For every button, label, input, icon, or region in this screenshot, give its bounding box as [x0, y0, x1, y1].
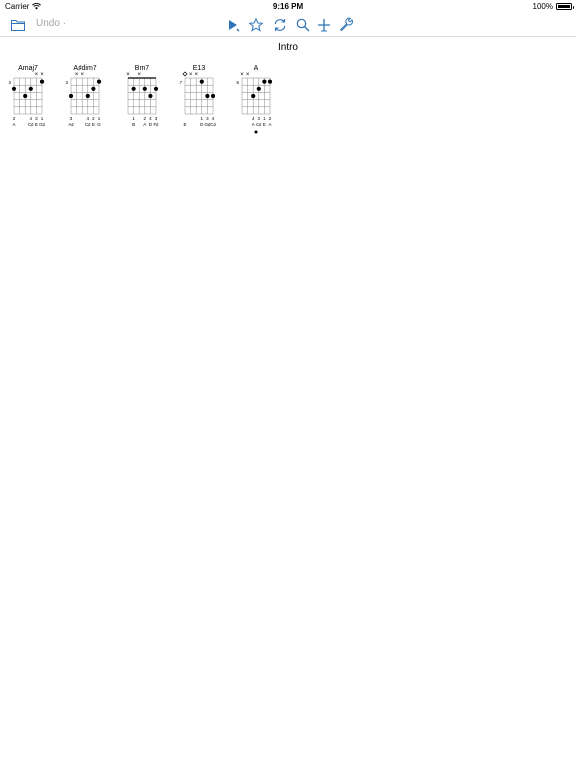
open-string-marker [182, 71, 188, 77]
finger-number: 4 [30, 116, 33, 121]
chord-name: Amaj7 [18, 65, 38, 72]
muted-string-marker: × [246, 72, 250, 78]
note-label: E [263, 122, 266, 127]
search-icon[interactable] [295, 17, 311, 33]
muted-string-marker: × [137, 72, 141, 78]
finger-dot [267, 79, 273, 84]
base-fret-label: 5 [236, 80, 239, 85]
finger-number: 3 [155, 116, 158, 121]
undo-button[interactable]: Undo · [36, 18, 66, 29]
add-icon[interactable] [316, 17, 332, 33]
base-fret-label: 7 [179, 80, 182, 85]
finger-dot [11, 86, 17, 91]
finger-dot [148, 93, 153, 99]
note-label: C♯ [28, 122, 34, 127]
finger-number: 2 [144, 116, 147, 121]
muted-string-marker: × [189, 72, 193, 78]
note-label: E [92, 122, 95, 127]
note-label: E [35, 122, 38, 127]
chord-marker-dot [254, 130, 258, 134]
finger-number: 1 [132, 116, 135, 121]
chord-name: A♯dim7 [73, 65, 96, 72]
finger-number: 4 [252, 116, 255, 121]
muted-string-marker: × [80, 72, 84, 78]
finger-dot [251, 93, 256, 99]
finger-dot [210, 93, 216, 99]
base-fret-label: 3 [8, 80, 11, 85]
rotate-icon[interactable] [272, 17, 288, 33]
finger-dot [68, 93, 74, 99]
finger-dot [205, 93, 210, 99]
finger-dot [199, 79, 204, 84]
note-label: D [149, 122, 153, 127]
play-icon[interactable] [225, 17, 241, 33]
battery-icon [556, 3, 574, 10]
finger-number: 1 [263, 116, 266, 121]
finger-dot [39, 79, 45, 84]
battery-indicator: 100% [532, 2, 574, 11]
muted-string-marker: × [126, 72, 130, 78]
chord-name: A [254, 65, 259, 72]
muted-string-marker: × [194, 72, 198, 78]
note-label: G♯ [39, 122, 46, 127]
finger-dot [91, 86, 96, 91]
finger-dot [23, 93, 28, 99]
finger-dot [153, 86, 159, 91]
muted-string-marker: × [240, 72, 244, 78]
chord-diagram-canvas: Amaj73× ×2 4 3 1A C♯ E G♯A♯dim73× ×3 4 2 1A♯ C♯ E GBm7… [8, 65, 273, 134]
finger-number: 3 [35, 116, 38, 121]
finger-number: 1 [41, 116, 44, 121]
muted-string-marker: × [35, 72, 39, 78]
finger-dot [85, 93, 90, 99]
status-bar: Carrier 9:16 PM 100% [0, 0, 576, 14]
note-label: A♯ [68, 122, 74, 127]
status-time: 9:16 PM [272, 2, 304, 11]
undo-dropdown-indicator: · [62, 18, 67, 29]
finger-number: 2 [13, 116, 16, 121]
note-label: C♯ [256, 122, 262, 127]
finger-number: 4 [87, 116, 90, 121]
star-icon[interactable] [248, 17, 264, 33]
finger-number: 4 [149, 116, 152, 121]
folder-icon[interactable] [10, 17, 26, 33]
finger-number: 1 [201, 116, 204, 121]
note-label: B [132, 122, 135, 127]
note-label: F♯ [154, 122, 160, 127]
chord-name: Bm7 [135, 65, 150, 72]
chord-diagrams: Amaj7 3 × × 2 4 3 1 A C♯ E G♯ A♯dim7 3 × × 3 4 2 1 A♯ C♯ E G Bm7… [0, 62, 576, 162]
finger-number: 2 [92, 116, 95, 121]
finger-dot [262, 79, 267, 84]
undo-label: Undo [36, 18, 60, 29]
toolbar: Undo · [0, 14, 576, 37]
finger-number: 2 [269, 116, 272, 121]
chord-name: E13 [193, 65, 206, 72]
finger-number: 3 [258, 116, 261, 121]
muted-string-marker: × [40, 72, 44, 78]
finger-dot [28, 86, 33, 91]
note-label: A [143, 122, 146, 127]
muted-string-marker: × [75, 72, 79, 78]
finger-number: 1 [98, 116, 101, 121]
finger-dot [256, 86, 261, 91]
battery-percent: 100% [532, 2, 553, 11]
finger-dot [131, 86, 136, 91]
note-label: C♯ [210, 122, 216, 127]
note-label: A [12, 122, 15, 127]
finger-dot [96, 79, 102, 84]
note-label: C♯ [85, 122, 91, 127]
finger-number: 4 [212, 116, 215, 121]
finger-dot [142, 86, 147, 91]
note-label: A [268, 122, 271, 127]
note-label: G [97, 122, 101, 127]
wrench-icon[interactable] [339, 17, 355, 33]
note-label: A [252, 122, 255, 127]
note-label: E [183, 122, 186, 127]
finger-number: 3 [206, 116, 209, 121]
finger-number: 3 [70, 116, 73, 121]
base-fret-label: 3 [65, 80, 68, 85]
section-title: Intro [277, 42, 298, 53]
